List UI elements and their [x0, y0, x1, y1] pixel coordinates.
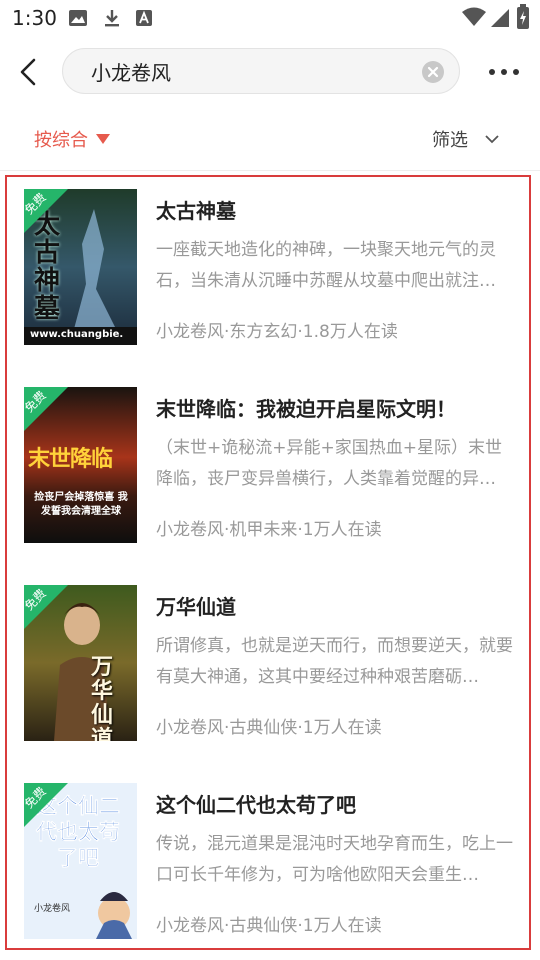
- book-meta: 小龙卷风·古典仙侠·1万人在读: [156, 718, 382, 738]
- cover-subtitle: 捡丧尸会掉落惊喜 我发誓我会清理全球: [34, 492, 128, 517]
- sort-comprehensive-button[interactable]: 按综合: [34, 124, 110, 154]
- book-cover: 太古神墓 www.chuangbie. 免费: [24, 189, 137, 345]
- book-item[interactable]: 太古神墓 www.chuangbie. 免费 太古神墓 一座截天地造化的神碑，一…: [24, 177, 524, 345]
- cover-author: 小龙卷风: [34, 904, 71, 914]
- book-title: 万华仙道: [156, 595, 236, 619]
- book-description: 一座截天地造化的神碑，一块聚天地元气的灵石，当朱清从沉睡中苏醒从坟墓中爬出就注…: [156, 240, 496, 291]
- book-title: 这个仙二代也太苟了吧: [156, 793, 356, 817]
- book-meta: 小龙卷风·机甲未来·1万人在读: [156, 520, 382, 540]
- app-notification-icon: [136, 10, 152, 26]
- search-results-list: 太古神墓 www.chuangbie. 免费 太古神墓 一座截天地造化的神碑，一…: [5, 175, 531, 950]
- cover-url: www.chuangbie.: [30, 329, 124, 340]
- divider: [0, 170, 540, 171]
- sort-down-arrow-icon: [96, 134, 110, 144]
- book-cover: 这个仙二代也太苟了吧 小龙卷风 免费: [24, 783, 137, 939]
- book-title: 末世降临：我被迫开启星际文明！: [156, 397, 456, 421]
- more-button[interactable]: [484, 60, 524, 84]
- status-bar: 1:30: [0, 0, 540, 36]
- back-arrow-icon: [20, 58, 36, 86]
- book-description: 传说，混元道果是混沌时天地孕育而生，吃上一口可长千年修为，可为啥他欧阳天会重生…: [156, 834, 513, 885]
- book-cover: 末世降临 捡丧尸会掉落惊喜 我发誓我会清理全球 免费: [24, 387, 137, 543]
- more-dots-icon: [489, 69, 519, 75]
- cover-title: 末世降临: [28, 446, 113, 472]
- book-description: （末世+诡秘流+异能+家国热血+星际）末世降临，丧尸变异兽横行，人类靠着觉醒的异…: [156, 438, 502, 489]
- book-item[interactable]: 万华仙道 免费 万华仙道 所谓修真，也就是逆天而行，而想要逆天，就要有莫大神通，…: [24, 573, 524, 741]
- search-box[interactable]: [62, 48, 460, 94]
- book-title: 太古神墓: [156, 199, 236, 223]
- book-item[interactable]: 末世降临 捡丧尸会掉落惊喜 我发誓我会清理全球 免费 末世降临：我被迫开启星际文…: [24, 375, 524, 543]
- download-icon: [105, 10, 119, 27]
- book-description: 所谓修真，也就是逆天而行，而想要逆天，就要有莫大神通，这其中要经过种种艰苦磨砺…: [156, 636, 513, 687]
- book-item[interactable]: 这个仙二代也太苟了吧 小龙卷风 免费 这个仙二代也太苟了吧 传说，混元道果是混沌…: [24, 771, 524, 939]
- filter-label: 筛选: [432, 130, 468, 151]
- book-meta: 小龙卷风·东方玄幻·1.8万人在读: [156, 322, 398, 342]
- image-icon: [69, 10, 87, 26]
- filter-button[interactable]: 筛选: [432, 124, 500, 154]
- cover-title: 万华仙道: [90, 654, 113, 741]
- search-input[interactable]: [91, 57, 411, 85]
- status-time: 1:30: [12, 6, 57, 30]
- battery-icon: [517, 4, 529, 29]
- clear-icon: [422, 61, 444, 83]
- sort-label: 按综合: [34, 130, 88, 151]
- wifi-icon: [462, 7, 486, 26]
- back-button[interactable]: [14, 54, 46, 90]
- signal-icon: [491, 9, 509, 27]
- book-cover: 万华仙道 免费: [24, 585, 137, 741]
- clear-search-button[interactable]: [421, 60, 445, 84]
- chevron-down-icon: [485, 135, 499, 144]
- book-meta: 小龙卷风·古典仙侠·1万人在读: [156, 916, 382, 936]
